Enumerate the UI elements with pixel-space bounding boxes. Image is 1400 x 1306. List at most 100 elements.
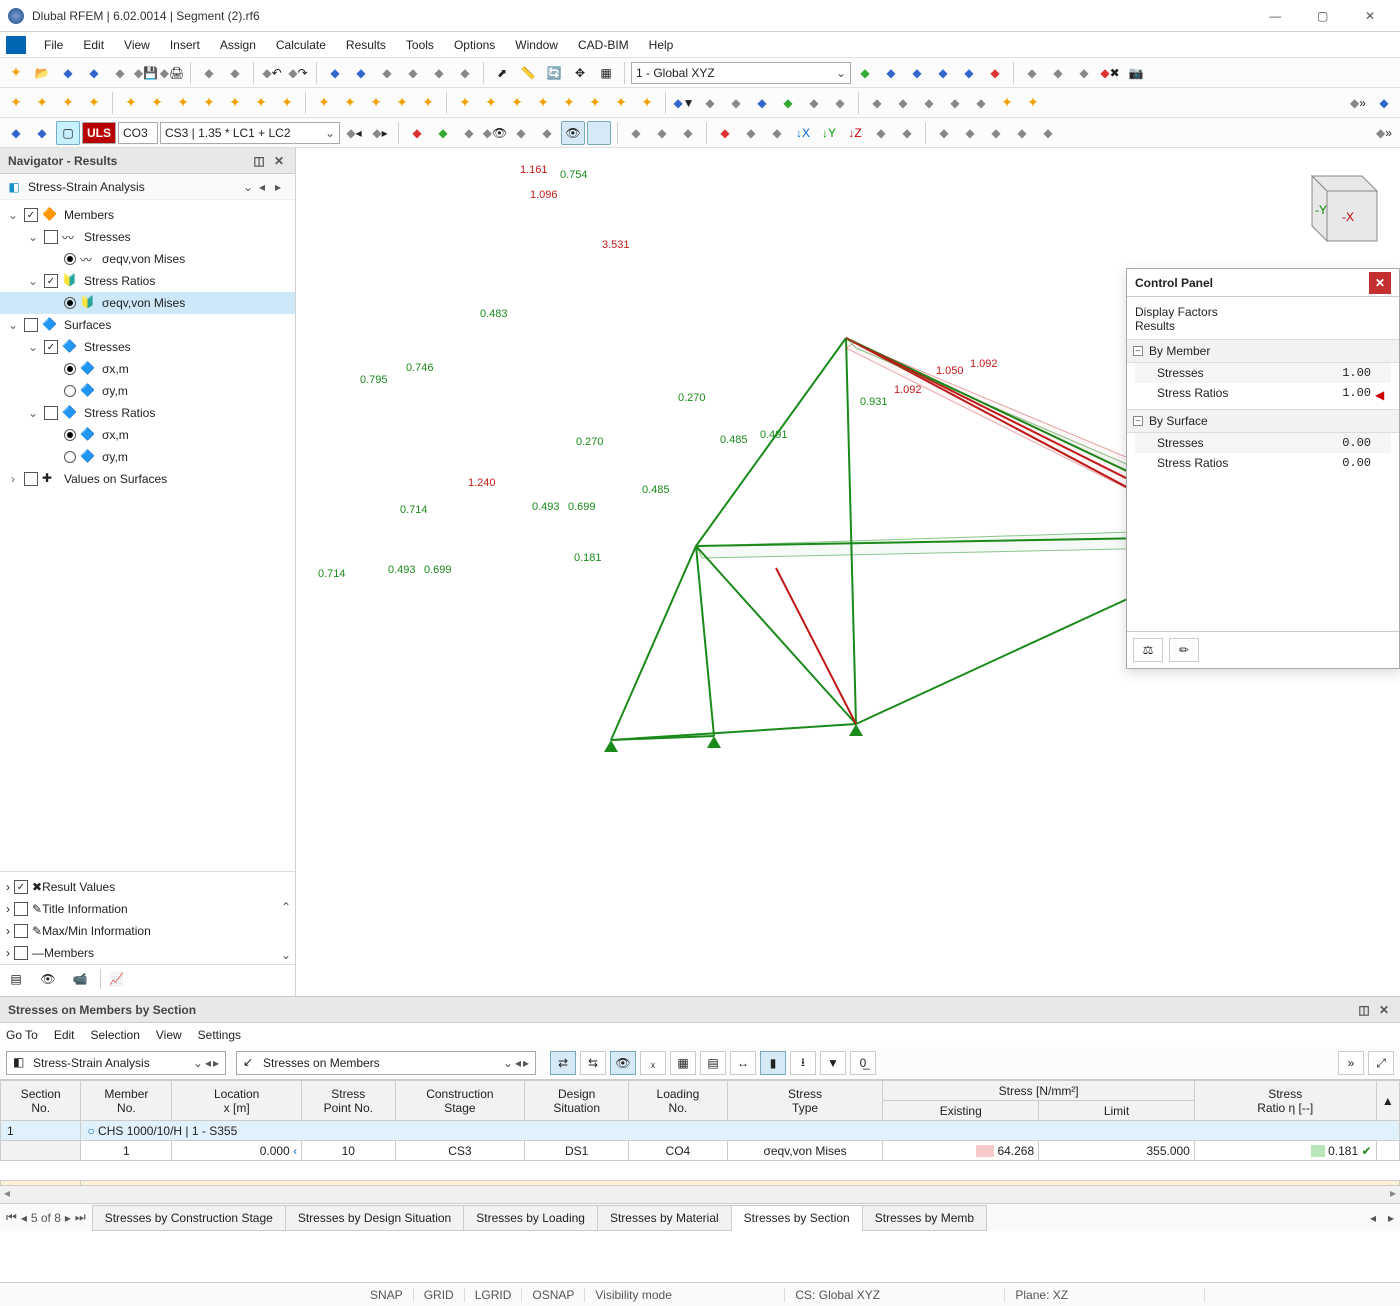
overflow-icon[interactable]: » <box>1346 91 1370 115</box>
footer-item[interactable]: ›—Members <box>0 942 295 964</box>
results-pin-icon[interactable]: ◫ <box>1356 1002 1372 1018</box>
t2-20-icon[interactable] <box>531 91 555 115</box>
paste-icon[interactable] <box>223 61 247 85</box>
page-next-icon[interactable]: ▸ <box>65 1211 71 1225</box>
table-row[interactable]: 1 0.000 ‹ 10 CS3 DS1 CO4 σeqv,von Mises … <box>1 1141 1400 1161</box>
anim4-icon[interactable] <box>1010 121 1034 145</box>
nav-tab-camera-icon[interactable]: 📹 <box>68 969 92 989</box>
rtb-overflow-icon[interactable]: » <box>1338 1051 1364 1075</box>
th-design-sit[interactable]: DesignSituation <box>525 1081 629 1121</box>
th-loading[interactable]: LoadingNo. <box>629 1081 728 1121</box>
rmenu-goto[interactable]: Go To <box>6 1028 38 1042</box>
tree-item[interactable]: 🔷σy,m <box>0 380 295 402</box>
t2-8-icon[interactable] <box>197 91 221 115</box>
axis6-icon[interactable] <box>983 61 1007 85</box>
menu-tools[interactable]: Tools <box>396 38 444 52</box>
t2-4-icon[interactable] <box>82 91 106 115</box>
defo2-icon[interactable] <box>535 121 559 145</box>
ax-cube-icon[interactable] <box>739 121 763 145</box>
new-icon[interactable] <box>4 61 28 85</box>
anim2-icon[interactable] <box>958 121 982 145</box>
tabs-next-icon[interactable]: ▸ <box>1382 1211 1400 1225</box>
tabs-prev-icon[interactable]: ◂ <box>1364 1211 1382 1225</box>
tree-item[interactable]: ⌄🔰Stress Ratios <box>0 270 295 292</box>
combo-select[interactable]: CO3 <box>118 122 158 144</box>
overflow2-icon[interactable]: » <box>1372 121 1396 145</box>
panel-pin-icon[interactable]: ◫ <box>251 153 267 169</box>
menu-cadbim[interactable]: CAD-BIM <box>568 38 639 52</box>
cloud-icon[interactable] <box>82 61 106 85</box>
menu-view[interactable]: View <box>114 38 160 52</box>
t2-7-icon[interactable] <box>171 91 195 115</box>
rtb-link2-icon[interactable]: ⇆ <box>580 1051 606 1075</box>
scale3-icon[interactable] <box>676 121 700 145</box>
tab-design-sit[interactable]: Stresses by Design Situation <box>285 1205 464 1231</box>
th-section-no[interactable]: SectionNo. <box>1 1081 81 1121</box>
rmenu-selection[interactable]: Selection <box>91 1028 140 1042</box>
filter-icon[interactable]: ▼ <box>672 91 696 115</box>
tab-loading[interactable]: Stresses by Loading <box>463 1205 598 1231</box>
nav-tab-eye-icon[interactable]: 👁 <box>36 969 60 989</box>
menu-options[interactable]: Options <box>444 38 505 52</box>
xxx-icon[interactable] <box>457 121 481 145</box>
render-icon[interactable] <box>828 91 852 115</box>
tree-item[interactable]: ›✚Values on Surfaces <box>0 468 295 490</box>
limit-state-badge[interactable]: ULS <box>82 122 116 144</box>
t2-1-icon[interactable] <box>4 91 28 115</box>
rmenu-settings[interactable]: Settings <box>198 1028 241 1042</box>
tree-item[interactable]: 🔰σeqv,von Mises <box>0 292 295 314</box>
navigator-tree[interactable]: ⌄🔶Members⌄〰Stresses〰σeqv,von Mises⌄🔰Stre… <box>0 200 295 871</box>
line2-icon[interactable] <box>891 91 915 115</box>
pan-icon[interactable]: ✥ <box>568 61 592 85</box>
results-hscroll[interactable]: ◂▸ <box>0 1185 1400 1203</box>
rtb-bars-icon[interactable]: ▮ <box>760 1051 786 1075</box>
t2-22-icon[interactable] <box>583 91 607 115</box>
console-icon[interactable] <box>401 61 425 85</box>
cp-legend-icon[interactable]: ✏ <box>1169 638 1199 662</box>
defo1-icon[interactable] <box>509 121 533 145</box>
delete-icon[interactable]: ✖ <box>1098 61 1122 85</box>
rtb-grid2-icon[interactable]: ▤ <box>700 1051 726 1075</box>
control-panel-header[interactable]: Control Panel ✕ <box>1127 269 1399 297</box>
t2-11-icon[interactable] <box>275 91 299 115</box>
control-panel-close-icon[interactable]: ✕ <box>1369 272 1391 294</box>
footer-item[interactable]: ›✓✖Result Values <box>0 876 295 898</box>
menu-file[interactable]: File <box>34 38 73 52</box>
line6-icon[interactable] <box>995 91 1019 115</box>
tab-material[interactable]: Stresses by Material <box>597 1205 732 1231</box>
tree-item[interactable]: 🔷σy,m <box>0 446 295 468</box>
ax-cube2-icon[interactable] <box>765 121 789 145</box>
tree-item[interactable]: 〰σeqv,von Mises <box>0 248 295 270</box>
axis2-icon[interactable] <box>879 61 903 85</box>
model-viewport[interactable]: 1.1610.7541.0963.5310.4830.7460.7950.270… <box>296 148 1400 996</box>
status-osnap[interactable]: OSNAP <box>522 1288 585 1302</box>
scale1-icon[interactable] <box>624 121 648 145</box>
table1-icon[interactable] <box>323 61 347 85</box>
anim-icon[interactable] <box>932 121 956 145</box>
tree-item[interactable]: ⌄〰Stresses <box>0 226 295 248</box>
rtb-xxx-icon[interactable]: ₓ <box>640 1051 666 1075</box>
tab-member[interactable]: Stresses by Memb <box>862 1205 987 1231</box>
menu-calculate[interactable]: Calculate <box>266 38 336 52</box>
t2-14-icon[interactable] <box>364 91 388 115</box>
footer-item[interactable]: ›✎Max/Min Information <box>0 920 295 942</box>
selector-down-icon[interactable]: ⌄ <box>243 180 257 194</box>
table2-icon[interactable] <box>349 61 373 85</box>
view-cube[interactable]: -X -Y <box>1282 156 1392 256</box>
status-snap[interactable]: SNAP <box>360 1288 414 1302</box>
cp-row-ratios-m[interactable]: Stress Ratios1.00◀ <box>1135 383 1391 403</box>
t2-21-icon[interactable] <box>557 91 581 115</box>
script-icon[interactable] <box>427 61 451 85</box>
scale2-icon[interactable] <box>650 121 674 145</box>
menu-help[interactable]: Help <box>639 38 684 52</box>
panel-close-icon[interactable]: ✕ <box>271 153 287 169</box>
line7-icon[interactable] <box>1021 91 1045 115</box>
t2-6-icon[interactable] <box>145 91 169 115</box>
axis1-icon[interactable] <box>853 61 877 85</box>
t2-16-icon[interactable] <box>416 91 440 115</box>
reload-icon[interactable] <box>56 61 80 85</box>
menu-window[interactable]: Window <box>505 38 568 52</box>
th-stress-pt[interactable]: StressPoint No. <box>302 1081 395 1121</box>
mirror-icon[interactable] <box>1046 61 1070 85</box>
rtb-eye-icon[interactable]: 👁 <box>610 1051 636 1075</box>
